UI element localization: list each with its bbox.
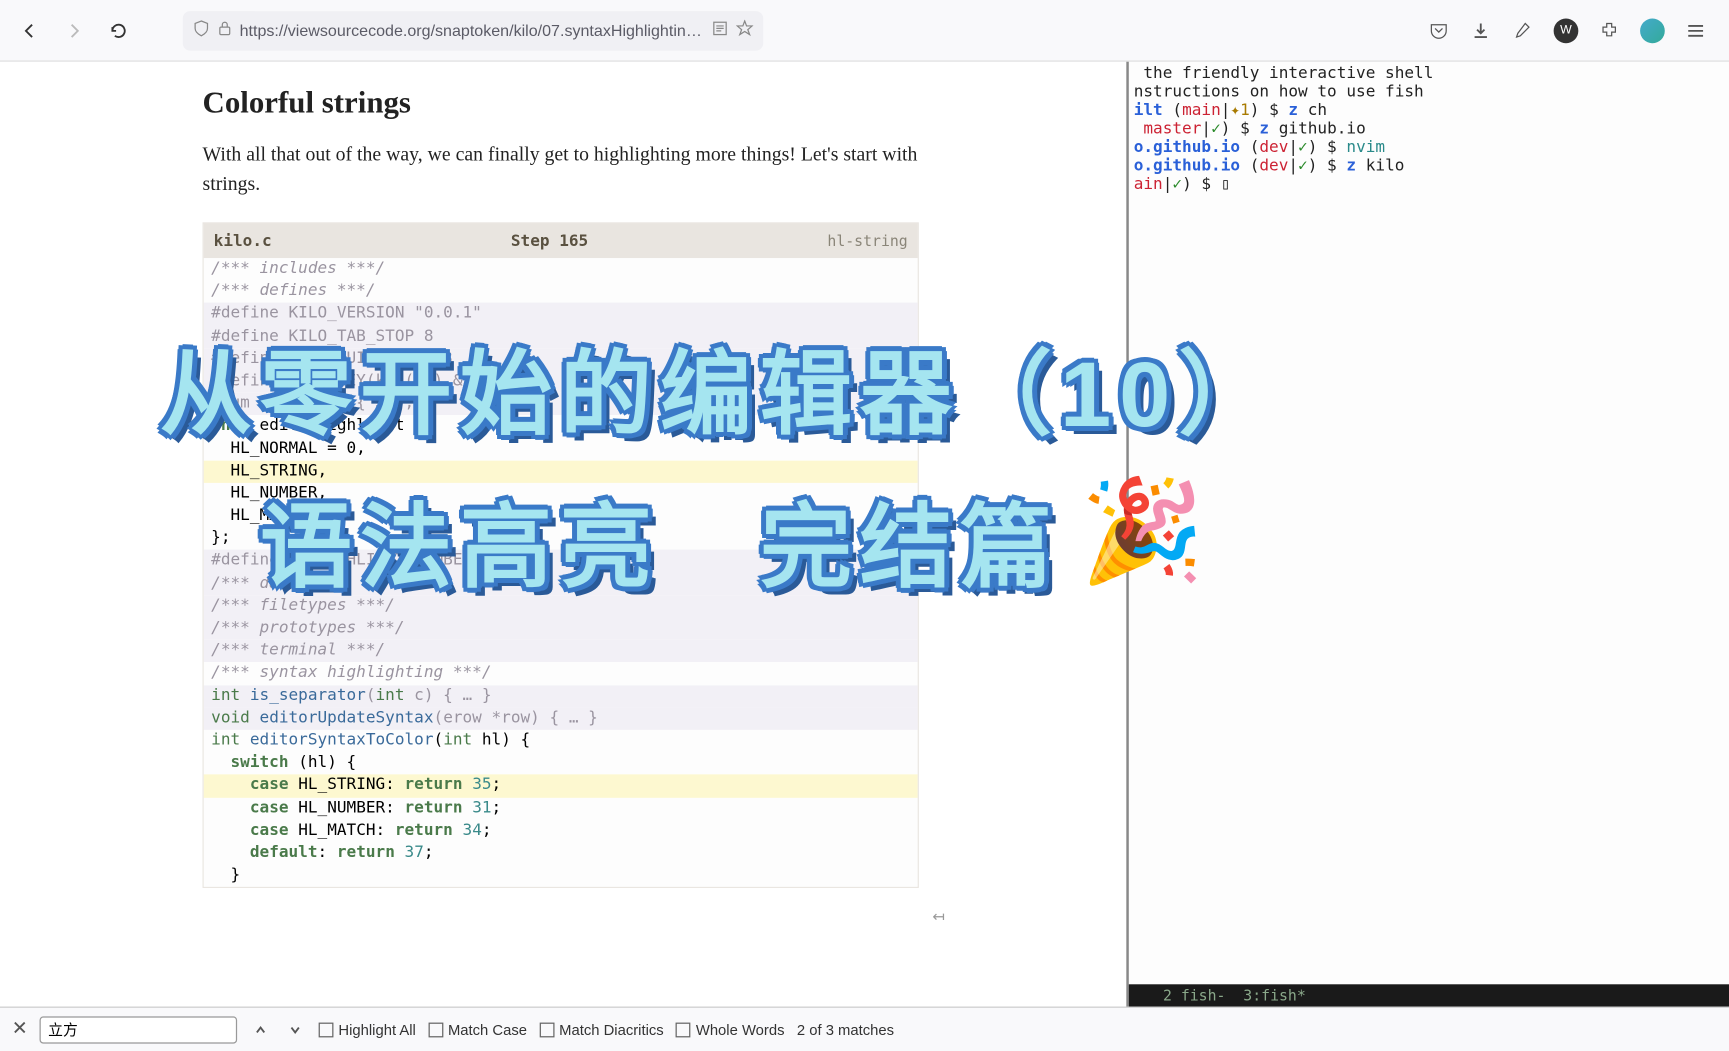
find-prev-button[interactable] (249, 1018, 271, 1040)
intro-text: With all that out of the way, we can fin… (203, 141, 919, 200)
code-line: default: return 37; (204, 842, 918, 864)
terminal-line: o.github.io (dev|✓) $ nvim (1134, 138, 1724, 157)
forward-button[interactable] (57, 13, 92, 48)
close-icon[interactable] (12, 1020, 27, 1039)
highlight-all-checkbox[interactable]: Highlight All (319, 1021, 416, 1038)
find-bar: Highlight All Match Case Match Diacritic… (0, 1007, 1729, 1051)
reload-button[interactable] (101, 13, 136, 48)
url-bar[interactable]: https://viewsourcecode.org/snaptoken/kil… (183, 10, 763, 50)
drag-handle[interactable]: ↤ (932, 908, 944, 925)
code-tag: hl-string (827, 232, 907, 249)
devtools-icon[interactable] (1512, 19, 1534, 41)
code-line: switch (hl) { (204, 752, 918, 774)
code-line: /*** filetypes ***/ (204, 595, 918, 617)
code-line: /*** syntax highlighting ***/ (204, 662, 918, 684)
terminal-line: ilt (main|✦1) $ z ch (1134, 101, 1724, 120)
code-line: HL_STRING, (204, 460, 918, 482)
code-line: } (204, 865, 918, 887)
find-count: 2 of 3 matches (797, 1021, 894, 1038)
find-next-button[interactable] (284, 1018, 306, 1040)
terminal-line: master|✓) $ z github.io (1134, 120, 1724, 139)
browser-toolbar: https://viewsourcecode.org/snaptoken/kil… (0, 0, 1729, 62)
menu-icon[interactable] (1685, 19, 1707, 41)
terminal-status: 2 fish- 3:fish* (1129, 984, 1729, 1006)
code-line: #define KILO_TAB_STOP 8 (204, 325, 918, 347)
extensions-icon[interactable] (1598, 19, 1620, 41)
code-block: kilo.c Step 165 hl-string /*** includes … (203, 222, 919, 888)
star-icon[interactable] (736, 20, 753, 41)
match-case-checkbox[interactable]: Match Case (428, 1021, 527, 1038)
code-line: /*** defines ***/ (204, 281, 918, 303)
terminal[interactable]: the friendly interactive shellnstruction… (1126, 62, 1729, 1007)
terminal-line: ain|✓) $ ▯ (1134, 175, 1724, 194)
code-line: /*** terminal ***/ (204, 640, 918, 662)
code-line: void editorUpdateSyntax(erow *row) { … } (204, 707, 918, 729)
code-step: Step 165 (272, 232, 828, 251)
find-input[interactable] (40, 1016, 238, 1043)
code-line: }; (204, 528, 918, 550)
code-line: enum editorHighlight { (204, 415, 918, 437)
page-content: Colorful strings With all that out of th… (0, 62, 1126, 1007)
code-filename: kilo.c (214, 232, 272, 251)
pocket-icon[interactable] (1428, 19, 1450, 41)
code-line: /*** data ***/ (204, 573, 918, 595)
code-line: enum editorKey { … }; (204, 393, 918, 415)
code-line: HL_NORMAL = 0, (204, 438, 918, 460)
code-line: #define KILO_VERSION "0.0.1" (204, 303, 918, 325)
back-button[interactable] (12, 13, 47, 48)
download-icon[interactable] (1470, 19, 1492, 41)
lock-icon (217, 21, 232, 40)
terminal-line: o.github.io (dev|✓) $ z kilo (1134, 157, 1724, 176)
code-line: case HL_STRING: return 35; (204, 775, 918, 797)
code-line: HL_NUMBER, (204, 483, 918, 505)
code-line: /*** includes ***/ (204, 258, 918, 280)
whole-words-checkbox[interactable]: Whole Words (676, 1021, 784, 1038)
terminal-line: the friendly interactive shell (1134, 64, 1724, 83)
code-line: case HL_NUMBER: return 31; (204, 797, 918, 819)
match-diacritics-checkbox[interactable]: Match Diacritics (539, 1021, 663, 1038)
code-line: HL_MATCH (204, 505, 918, 527)
code-line: /*** prototypes ***/ (204, 618, 918, 640)
ext-icon-2[interactable] (1640, 18, 1665, 43)
terminal-line: nstructions on how to use fish (1134, 83, 1724, 102)
url-text: https://viewsourcecode.org/snaptoken/kil… (240, 21, 704, 40)
ext-icon-1[interactable]: W (1554, 18, 1579, 43)
code-line: #define CTRL_KEY(k) ((k) & 0x1f) (204, 370, 918, 392)
shield-icon (193, 20, 210, 41)
reader-icon[interactable] (711, 20, 728, 41)
code-line: case HL_MATCH: return 34; (204, 820, 918, 842)
section-heading: Colorful strings (203, 86, 1127, 121)
code-line: int editorSyntaxToColor(int hl) { (204, 730, 918, 752)
code-line: int is_separator(int c) { … } (204, 685, 918, 707)
code-line: #define KILO_QUIT_TIMES 3 (204, 348, 918, 370)
code-line: #define HL_HIGHLIGHT_NUMBERS (1<<0) (204, 550, 918, 572)
